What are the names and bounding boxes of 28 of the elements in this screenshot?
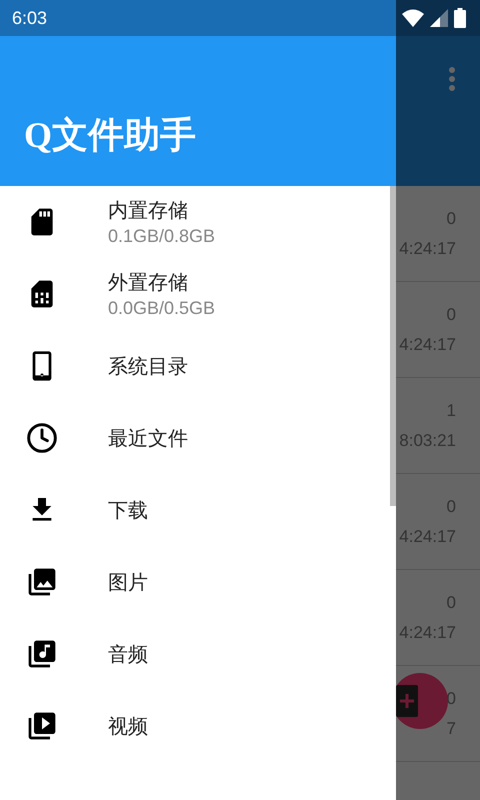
- video-library-icon: [26, 710, 58, 742]
- drawer-item[interactable]: 最近文件: [0, 402, 390, 474]
- item-label: 最近文件: [108, 426, 188, 452]
- music-library-icon: [26, 638, 58, 670]
- item-label: 音频: [108, 642, 148, 668]
- add-icon: [396, 685, 418, 717]
- drawer-item[interactable]: 内置存储 0.1GB/0.8GB: [0, 186, 390, 258]
- clock-icon: [26, 422, 58, 454]
- storage-usage: 0.1GB/0.8GB: [108, 226, 216, 247]
- battery-icon: [454, 8, 466, 28]
- signal-icon: [430, 9, 448, 27]
- item-label: 视频: [108, 714, 148, 740]
- drawer-item[interactable]: 系统目录: [0, 330, 390, 402]
- drawer-item[interactable]: 图片: [0, 546, 390, 618]
- drawer-item[interactable]: 视频: [0, 690, 390, 762]
- status-time: 6:03: [12, 8, 48, 28]
- item-label: 内置存储: [108, 199, 189, 224]
- item-label: 下载: [108, 498, 148, 524]
- item-label: 图片: [108, 570, 148, 596]
- storage-usage: 0.0GB/0.5GB: [108, 298, 216, 319]
- drawer-item[interactable]: 音频: [0, 618, 390, 690]
- app-title: Q文件助手: [24, 114, 196, 157]
- item-label: 系统目录: [108, 354, 188, 380]
- drawer-item[interactable]: 外置存储 0.0GB/0.5GB: [0, 258, 390, 330]
- drawer-item[interactable]: 下载: [0, 474, 390, 546]
- item-label: 外置存储: [108, 271, 189, 296]
- image-gallery-icon: [26, 566, 58, 598]
- wifi-icon: [402, 9, 424, 27]
